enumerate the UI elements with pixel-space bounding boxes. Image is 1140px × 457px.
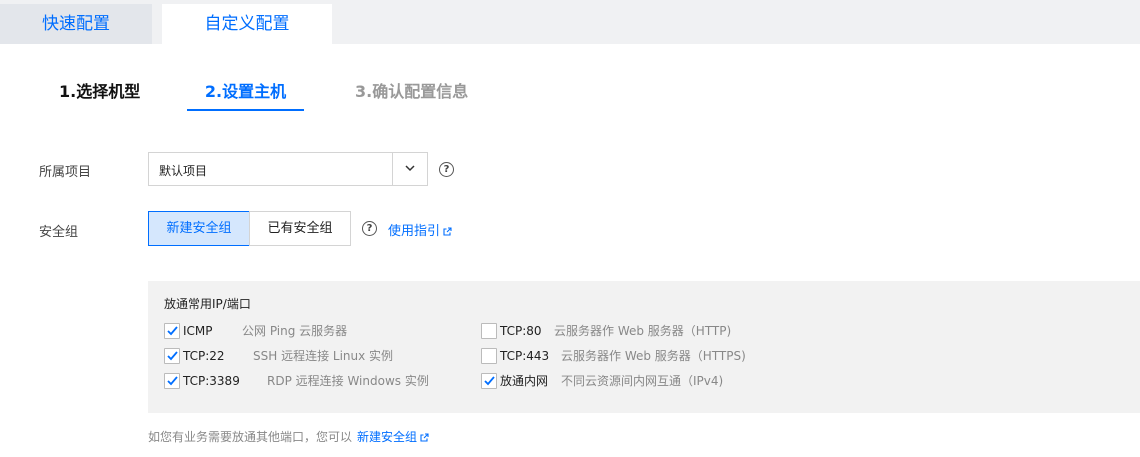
ports-panel-title: 放通常用IP/端口	[164, 297, 251, 311]
existing-security-group-button[interactable]: 已有安全组	[249, 211, 351, 246]
new-security-group-link[interactable]: 新建安全组	[357, 428, 429, 445]
checkmark-icon	[167, 326, 178, 336]
common-ports-panel: 放通常用IP/端口 ICMP 公网 Ping 云服务器 TCP:22 SSH 远…	[148, 281, 1140, 413]
checkbox[interactable]	[481, 348, 497, 364]
usage-guide-link[interactable]: 使用指引	[388, 220, 452, 239]
select-arrow-button[interactable]	[392, 153, 427, 185]
step-select-instance-type[interactable]: 1.选择机型	[59, 80, 140, 106]
usage-guide-link-text: 使用指引	[388, 224, 441, 239]
security-group-label: 安全组	[39, 225, 79, 240]
project-select[interactable]: 默认项目	[148, 152, 428, 186]
checkmark-icon	[167, 376, 178, 386]
port-description: 公网 Ping 云服务器	[242, 324, 348, 338]
checkmark-icon	[167, 351, 178, 361]
project-label: 所属项目	[39, 165, 92, 180]
step-confirm-config[interactable]: 3.确认配置信息	[355, 80, 468, 106]
external-link-icon	[420, 433, 429, 442]
port-name: TCP:443	[500, 349, 550, 363]
checkbox[interactable]	[481, 323, 497, 339]
tab-quick-config[interactable]: 快速配置	[0, 4, 152, 44]
external-link-icon	[443, 227, 452, 236]
port-name: 放通内网	[500, 374, 549, 388]
tab-custom-config[interactable]: 自定义配置	[162, 4, 332, 44]
port-name: TCP:22	[183, 349, 225, 363]
port-name: TCP:3389	[183, 374, 240, 388]
checkbox[interactable]	[481, 373, 497, 389]
chevron-down-icon	[405, 165, 415, 172]
checkbox[interactable]	[164, 323, 180, 339]
checkbox[interactable]	[164, 373, 180, 389]
top-tab-bar: 快速配置 自定义配置	[0, 0, 1140, 44]
checkbox[interactable]	[164, 348, 180, 364]
new-security-group-link-text: 新建安全组	[357, 430, 418, 444]
port-name: ICMP	[183, 324, 213, 338]
port-description: 云服务器作 Web 服务器（HTTP)	[554, 324, 732, 338]
footer-note: 如您有业务需要放通其他端口，您可以	[148, 430, 353, 444]
port-description: SSH 远程连接 Linux 实例	[253, 349, 394, 363]
help-icon[interactable]: ?	[362, 221, 377, 236]
port-description: 云服务器作 Web 服务器（HTTPS)	[561, 349, 746, 363]
new-security-group-button[interactable]: 新建安全组	[148, 211, 250, 246]
checkmark-icon	[484, 376, 495, 386]
port-name: TCP:80	[500, 324, 542, 338]
project-select-value: 默认项目	[159, 164, 208, 178]
help-icon[interactable]: ?	[439, 162, 454, 177]
step-configure-host[interactable]: 2.设置主机	[187, 80, 304, 106]
port-description: RDP 远程连接 Windows 实例	[267, 374, 429, 388]
active-step-indicator	[187, 109, 304, 111]
port-description: 不同云资源间内网互通（IPv4)	[561, 374, 724, 388]
